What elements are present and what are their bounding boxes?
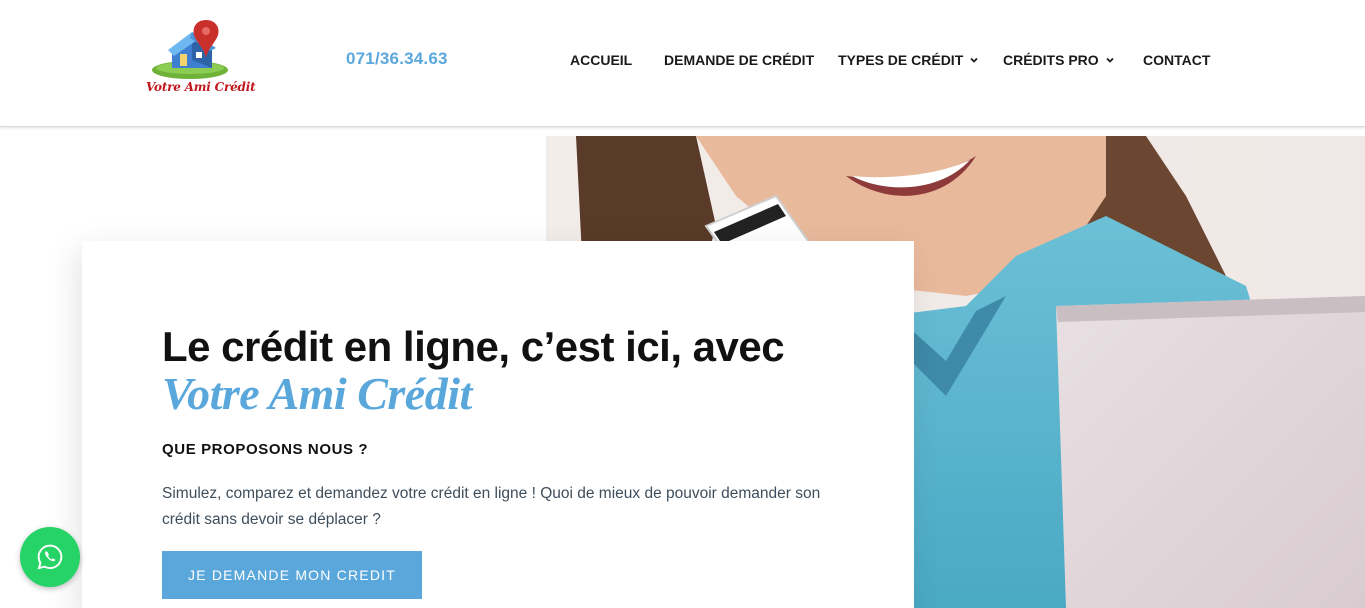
nav-item-accueil[interactable]: ACCUEIL xyxy=(570,52,632,68)
chevron-down-icon xyxy=(1106,57,1114,63)
nav-item-label: DEMANDE DE CRÉDIT xyxy=(664,52,815,68)
whatsapp-button[interactable] xyxy=(20,527,80,587)
nav-item-demande-de-credit[interactable]: DEMANDE DE CRÉDIT xyxy=(664,52,814,68)
chevron-down-icon xyxy=(970,57,978,63)
nav-item-label: TYPES DE CRÉDIT xyxy=(838,52,964,68)
page: Votre Ami Crédit 071/36.34.63 ACCUEIL DE… xyxy=(0,0,1365,608)
main-nav: ACCUEIL DEMANDE DE CRÉDIT TYPES DE CRÉDI… xyxy=(0,52,1365,72)
headline-accent-text: Votre Ami Crédit xyxy=(162,368,472,419)
headline-main-text: Le crédit en ligne, c’est ici, avec xyxy=(162,323,785,370)
nav-item-label: ACCUEIL xyxy=(570,52,633,68)
hero-description: Simulez, comparez et demandez votre créd… xyxy=(162,485,821,528)
request-credit-button[interactable]: JE DEMANDE MON CREDIT xyxy=(162,551,422,599)
hero-card: Le crédit en ligne, c’est ici, avec Votr… xyxy=(82,241,914,608)
nav-item-label: CRÉDITS PRO xyxy=(1003,52,1099,68)
logo-text: Votre Ami Crédit xyxy=(146,80,256,94)
hero-headline: Le crédit en ligne, c’est ici, avec Votr… xyxy=(162,323,862,418)
site-header: Votre Ami Crédit 071/36.34.63 ACCUEIL DE… xyxy=(0,0,1365,127)
nav-item-label: CONTACT xyxy=(1143,52,1211,68)
hero-subheading: QUE PROPOSONS NOUS ? xyxy=(162,441,369,458)
nav-item-types-de-credit[interactable]: TYPES DE CRÉDIT xyxy=(838,52,979,68)
nav-item-contact[interactable]: CONTACT xyxy=(1143,52,1210,68)
nav-item-credits-pro[interactable]: CRÉDITS PRO xyxy=(1003,52,1115,68)
whatsapp-icon xyxy=(37,544,63,570)
